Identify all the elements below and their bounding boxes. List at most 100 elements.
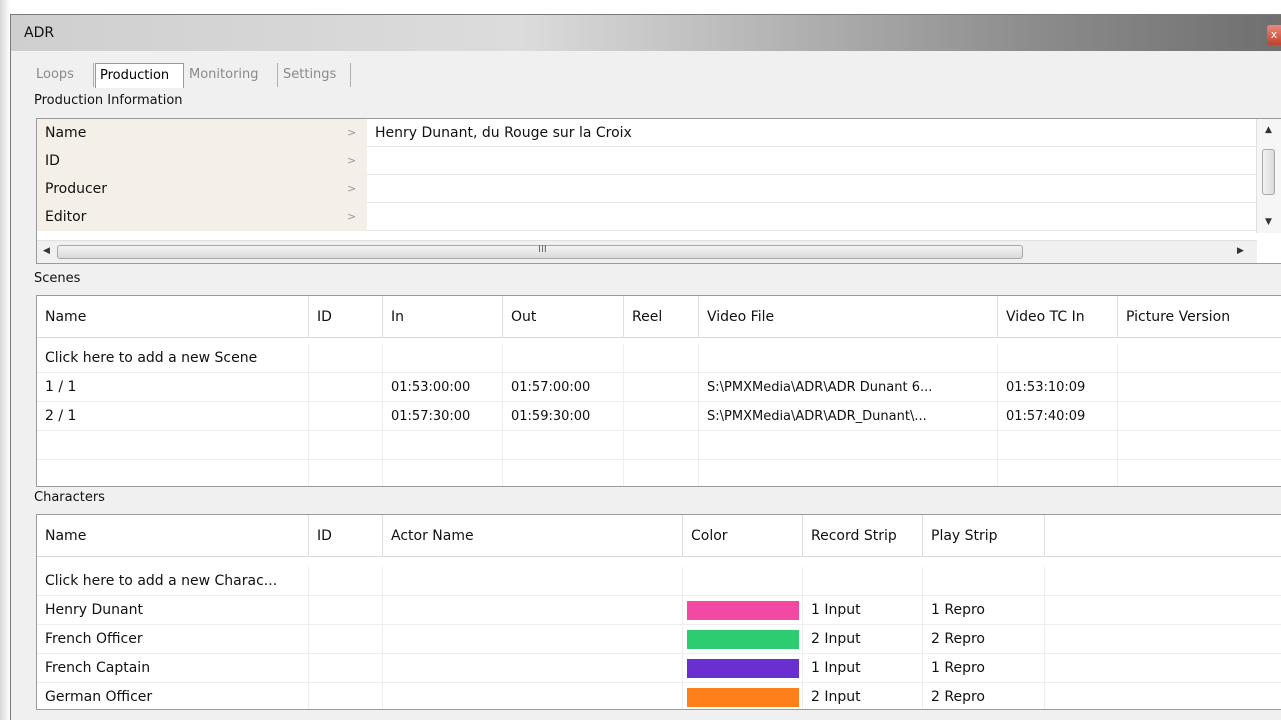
scene-video-tc-in[interactable]: 01:53:10:09	[998, 373, 1118, 402]
scroll-grip-icon: III	[538, 244, 547, 255]
scenes-table: Name ID In Out Reel Video File Video TC …	[36, 295, 1281, 487]
column-header-actor-name[interactable]: Actor Name	[383, 515, 683, 557]
table-cell	[699, 344, 998, 373]
column-header-name[interactable]: Name	[37, 515, 309, 557]
character-color-cell[interactable]	[683, 654, 803, 683]
table-row[interactable]: 2 / 1 01:57:30:00 01:59:30:00 S:\PMXMedi…	[37, 402, 1281, 431]
table-row[interactable]: French Captain 1 Input 1 Repro	[37, 654, 1281, 683]
column-header-record-strip[interactable]: Record Strip	[803, 515, 923, 557]
color-swatch[interactable]	[687, 630, 799, 649]
add-scene-row[interactable]: Click here to add a new Scene	[37, 344, 1281, 373]
table-row[interactable]: Henry Dunant 1 Input 1 Repro	[37, 596, 1281, 625]
scene-picture-version[interactable]	[1118, 373, 1281, 402]
vertical-scroll-thumb[interactable]	[1262, 149, 1275, 195]
character-name[interactable]: German Officer	[37, 683, 309, 709]
tab-settings[interactable]: Settings	[279, 63, 351, 87]
scroll-up-arrow-icon[interactable]: ▲	[1265, 125, 1272, 135]
character-color-cell[interactable]	[683, 596, 803, 625]
scroll-down-arrow-icon[interactable]: ▼	[1265, 217, 1272, 227]
character-play-strip[interactable]: 1 Repro	[923, 596, 1045, 625]
add-scene-link[interactable]: Click here to add a new Scene	[37, 344, 309, 373]
column-header-id[interactable]: ID	[309, 296, 383, 338]
vertical-scrollbar[interactable]: ▲ ▼	[1256, 119, 1281, 233]
title-bar[interactable]: ADR x	[11, 15, 1281, 51]
table-cell	[683, 567, 803, 596]
scene-id[interactable]	[309, 402, 383, 431]
expand-arrow-icon[interactable]: >	[347, 203, 356, 231]
column-header-video-tc-in[interactable]: Video TC In	[998, 296, 1118, 338]
column-header-picture-version[interactable]: Picture Version	[1118, 296, 1281, 338]
character-color-cell[interactable]	[683, 683, 803, 709]
character-name[interactable]: French Officer	[37, 625, 309, 654]
character-id[interactable]	[309, 625, 383, 654]
scene-name[interactable]: 2 / 1	[37, 402, 309, 431]
property-name: Name	[37, 119, 367, 147]
tab-production[interactable]: Production	[95, 63, 184, 88]
character-record-strip[interactable]: 2 Input	[803, 683, 923, 709]
character-play-strip[interactable]: 2 Repro	[923, 683, 1045, 709]
column-header-out[interactable]: Out	[503, 296, 624, 338]
property-row[interactable]: ID >	[37, 147, 1257, 175]
character-actor-name[interactable]	[383, 654, 683, 683]
column-header-color[interactable]: Color	[683, 515, 803, 557]
character-actor-name[interactable]	[383, 625, 683, 654]
expand-arrow-icon[interactable]: >	[347, 119, 356, 147]
scroll-right-arrow-icon[interactable]: ▶	[1237, 246, 1244, 256]
color-swatch[interactable]	[687, 688, 799, 707]
scroll-left-arrow-icon[interactable]: ◀	[43, 246, 50, 256]
property-value[interactable]: Henry Dunant, du Rouge sur la Croix	[375, 119, 632, 147]
scene-picture-version[interactable]	[1118, 402, 1281, 431]
character-name[interactable]: Henry Dunant	[37, 596, 309, 625]
tab-loops[interactable]: Loops	[32, 63, 94, 87]
character-play-strip[interactable]: 2 Repro	[923, 625, 1045, 654]
column-header-play-strip[interactable]: Play Strip	[923, 515, 1045, 557]
scene-in[interactable]: 01:53:00:00	[383, 373, 503, 402]
table-cell	[309, 567, 383, 596]
scene-video-file[interactable]: S:\PMXMedia\ADR\ADR Dunant 6...	[699, 373, 998, 402]
column-header-id[interactable]: ID	[309, 515, 383, 557]
horizontal-scroll-thumb[interactable]: III	[57, 244, 1023, 259]
column-header-in[interactable]: In	[383, 296, 503, 338]
table-row[interactable]: French Officer 2 Input 2 Repro	[37, 625, 1281, 654]
character-color-cell[interactable]	[683, 625, 803, 654]
scene-video-file[interactable]: S:\PMXMedia\ADR\ADR_Dunant\...	[699, 402, 998, 431]
characters-header: Name ID Actor Name Color Record Strip Pl…	[37, 515, 1281, 557]
property-row[interactable]: Name > Henry Dunant, du Rouge sur la Cro…	[37, 119, 1257, 147]
close-icon[interactable]: x	[1267, 25, 1281, 45]
column-header-video-file[interactable]: Video File	[699, 296, 998, 338]
character-id[interactable]	[309, 596, 383, 625]
table-row[interactable]: 1 / 1 01:53:00:00 01:57:00:00 S:\PMXMedi…	[37, 373, 1281, 402]
column-header-name[interactable]: Name	[37, 296, 309, 338]
character-name[interactable]: French Captain	[37, 654, 309, 683]
character-record-strip[interactable]: 1 Input	[803, 596, 923, 625]
table-cell	[37, 431, 309, 460]
scene-name[interactable]: 1 / 1	[37, 373, 309, 402]
add-character-row[interactable]: Click here to add a new Charac...	[37, 567, 1281, 596]
scene-video-tc-in[interactable]: 01:57:40:09	[998, 402, 1118, 431]
table-row[interactable]: German Officer 2 Input 2 Repro	[37, 683, 1281, 709]
horizontal-scrollbar[interactable]: ◀ III ▶	[37, 240, 1257, 263]
expand-arrow-icon[interactable]: >	[347, 175, 356, 203]
color-swatch[interactable]	[687, 659, 799, 678]
property-row[interactable]: Editor >	[37, 203, 1257, 231]
character-play-strip[interactable]: 1 Repro	[923, 654, 1045, 683]
character-id[interactable]	[309, 683, 383, 709]
expand-arrow-icon[interactable]: >	[347, 147, 356, 175]
character-id[interactable]	[309, 654, 383, 683]
character-actor-name[interactable]	[383, 596, 683, 625]
scene-out[interactable]: 01:57:00:00	[503, 373, 624, 402]
scene-id[interactable]	[309, 373, 383, 402]
tab-monitoring[interactable]: Monitoring	[185, 63, 278, 87]
property-row[interactable]: Producer >	[37, 175, 1257, 203]
scene-out[interactable]: 01:59:30:00	[503, 402, 624, 431]
scene-reel[interactable]	[624, 402, 699, 431]
character-record-strip[interactable]: 2 Input	[803, 625, 923, 654]
table-cell	[923, 567, 1045, 596]
scene-reel[interactable]	[624, 373, 699, 402]
column-header-reel[interactable]: Reel	[624, 296, 699, 338]
scene-in[interactable]: 01:57:30:00	[383, 402, 503, 431]
color-swatch[interactable]	[687, 601, 799, 620]
add-character-link[interactable]: Click here to add a new Charac...	[37, 567, 309, 596]
character-record-strip[interactable]: 1 Input	[803, 654, 923, 683]
character-actor-name[interactable]	[383, 683, 683, 709]
